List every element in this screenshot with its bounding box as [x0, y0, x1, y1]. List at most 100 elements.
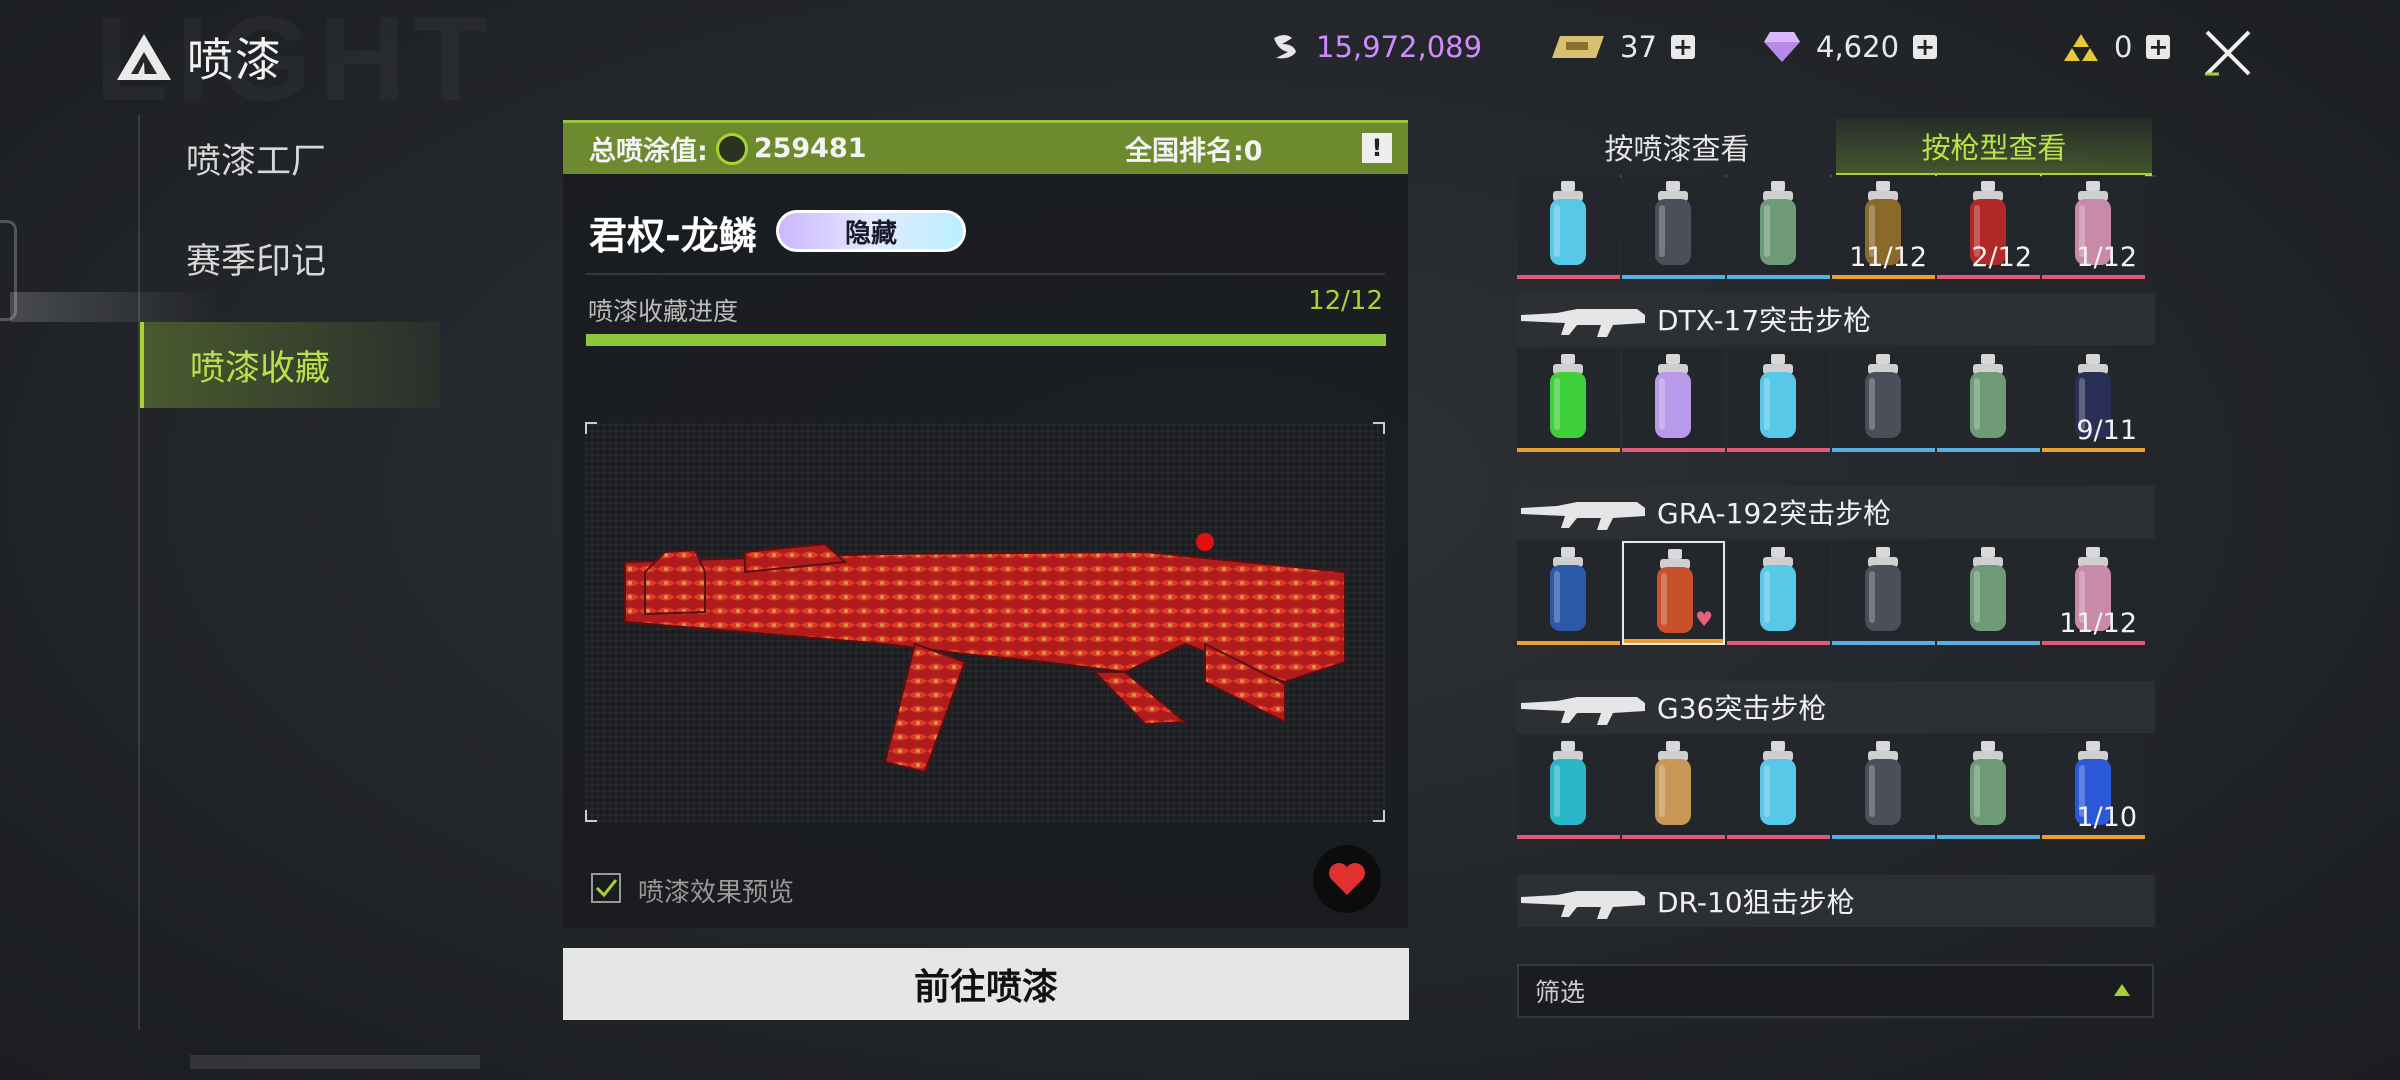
spray-cell[interactable]: 11/12: [1832, 175, 1935, 279]
close-icon[interactable]: [2197, 22, 2259, 84]
check-icon: [595, 879, 618, 898]
rarity-underline: [1727, 641, 1830, 645]
spray-cell[interactable]: [1727, 348, 1830, 452]
triforce-icon: [2064, 34, 2098, 61]
page-title-text: 喷漆: [187, 33, 283, 87]
spray-cell[interactable]: ♥: [1622, 541, 1725, 645]
spray-can-icon: [1760, 354, 1796, 438]
spray-cell[interactable]: 1/12: [2042, 175, 2145, 279]
spray-cell[interactable]: 2/12: [1937, 175, 2040, 279]
spray-cell[interactable]: [1517, 348, 1620, 452]
diamond-icon: [1764, 32, 1800, 62]
spray-cell[interactable]: 11/12: [2042, 541, 2145, 645]
rarity-underline: [2042, 641, 2145, 645]
preview-effect-checkbox[interactable]: [591, 873, 621, 903]
spray-count: 11/12: [1849, 242, 1927, 273]
spray-can-icon: [1550, 547, 1586, 631]
score-bar: 总喷涂值: 259481 全国排名:0 !: [563, 120, 1408, 174]
preview-corner: [1373, 422, 1385, 434]
spray-cell[interactable]: [1727, 541, 1830, 645]
rarity-underline: [1937, 448, 2040, 452]
spray-cell[interactable]: 1/10: [2042, 735, 2145, 839]
spray-cell[interactable]: [1937, 348, 2040, 452]
spray-cell[interactable]: 9/11: [2042, 348, 2145, 452]
hidden-badge: 隐藏: [776, 210, 966, 252]
spray-can-icon: [1865, 547, 1901, 631]
spray-can-icon: [1970, 547, 2006, 631]
gun-header: DTX-17突击步枪: [1517, 293, 2155, 345]
tab-label: 按枪型查看: [1921, 130, 2067, 165]
spray-can-icon: [1970, 741, 2006, 825]
spray-count: 9/11: [2076, 415, 2137, 446]
rarity-underline: [1832, 641, 1935, 645]
gun-name: DR-10狙击步枪: [1657, 886, 1855, 919]
spray-cell[interactable]: [1622, 348, 1725, 452]
weapon-preview[interactable]: [585, 422, 1385, 822]
preview-effect-label: 喷漆效果预览: [638, 878, 795, 908]
skin-name: 君权-龙鳞: [589, 214, 757, 258]
spray-cell[interactable]: [1832, 735, 1935, 839]
spray-can-icon: [1550, 741, 1586, 825]
rarity-underline: [1832, 275, 1935, 279]
go-spray-label: 前往喷漆: [913, 967, 1058, 1008]
spray-cell[interactable]: [1727, 735, 1830, 839]
rarity-underline: [1727, 835, 1830, 839]
sidebar-item-spray-collection[interactable]: 喷漆收藏: [140, 322, 440, 408]
sidebar-item-season-mark[interactable]: 赛季印记: [140, 215, 440, 301]
add-diamond-button[interactable]: +: [1913, 35, 1938, 59]
tab-by-gun[interactable]: 按枪型查看: [1836, 118, 2152, 176]
rifle-dragon-scale-image: [624, 533, 1346, 774]
rarity-underline: [1517, 835, 1620, 839]
preview-corner: [585, 422, 597, 434]
rarity-underline: [1937, 275, 2040, 279]
spray-cell[interactable]: [1832, 541, 1935, 645]
rarity-underline: [1517, 641, 1620, 645]
rarity-underline: [1832, 835, 1935, 839]
spray-cell[interactable]: [1517, 735, 1620, 839]
spray-can-icon: [1655, 354, 1691, 438]
spray-row: 11/12 2/12 1/12: [1517, 175, 2145, 279]
spray-cell[interactable]: [1832, 348, 1935, 452]
spray-cell[interactable]: [1622, 735, 1725, 839]
spray-cell[interactable]: [1517, 541, 1620, 645]
spray-can-icon: [1970, 354, 2006, 438]
spray-count: 2/12: [1971, 242, 2032, 273]
collection-progress-label: 喷漆收藏进度: [588, 297, 739, 326]
spray-can-icon: [1550, 354, 1586, 438]
spray-coin-icon: [715, 132, 748, 165]
spray-cell[interactable]: [1622, 175, 1725, 279]
sidebar-item-spray-factory[interactable]: 喷漆工厂: [140, 115, 440, 201]
gun-name: DTX-17突击步枪: [1657, 304, 1872, 337]
spray-can-icon: [1865, 354, 1901, 438]
spray-cell[interactable]: [1937, 541, 2040, 645]
spray-detail-panel: 总喷涂值: 259481 全国排名:0 ! 君权-龙鳞 隐藏 喷漆收藏进度 12…: [563, 120, 1408, 928]
spray-cell[interactable]: [1517, 175, 1620, 279]
tab-by-spray[interactable]: 按喷漆查看: [1519, 118, 1835, 176]
spray-can-icon: [1760, 181, 1796, 265]
collection-progress-fill: [586, 334, 1386, 346]
rarity-underline: [1937, 835, 2040, 839]
gun-header: DR-10狙击步枪: [1517, 875, 2155, 927]
go-spray-button[interactable]: 前往喷漆: [563, 948, 1409, 1020]
spray-row: 1/10: [1517, 735, 2145, 839]
heart-icon: [1329, 863, 1365, 895]
rifle-silhouette-icon: [1521, 309, 1645, 337]
add-triforce-button[interactable]: +: [2146, 35, 2171, 59]
spray-cell[interactable]: [1727, 175, 1830, 279]
collection-progress-bar: [586, 334, 1386, 346]
gun-name: G36突击步枪: [1657, 692, 1827, 725]
rarity-underline: [1727, 275, 1830, 279]
add-ticket-button[interactable]: +: [1670, 35, 1695, 59]
sidebar-item-label: 喷漆工厂: [186, 141, 327, 182]
info-button[interactable]: !: [1362, 133, 1392, 163]
currency-triforce-value: 0: [2114, 30, 2133, 64]
rarity-underline: [2042, 835, 2145, 839]
favorite-button[interactable]: [1313, 845, 1381, 913]
preview-corner: [1373, 810, 1385, 822]
rarity-underline: [1832, 448, 1935, 452]
currency-silver: 15,972,089: [1268, 30, 1482, 64]
spray-cell[interactable]: [1937, 735, 2040, 839]
spray-row: ♥ 11/12: [1517, 541, 2145, 645]
currency-diamond: 4,620 +: [1762, 30, 1938, 64]
filter-dropdown[interactable]: 筛选: [1517, 964, 2154, 1018]
